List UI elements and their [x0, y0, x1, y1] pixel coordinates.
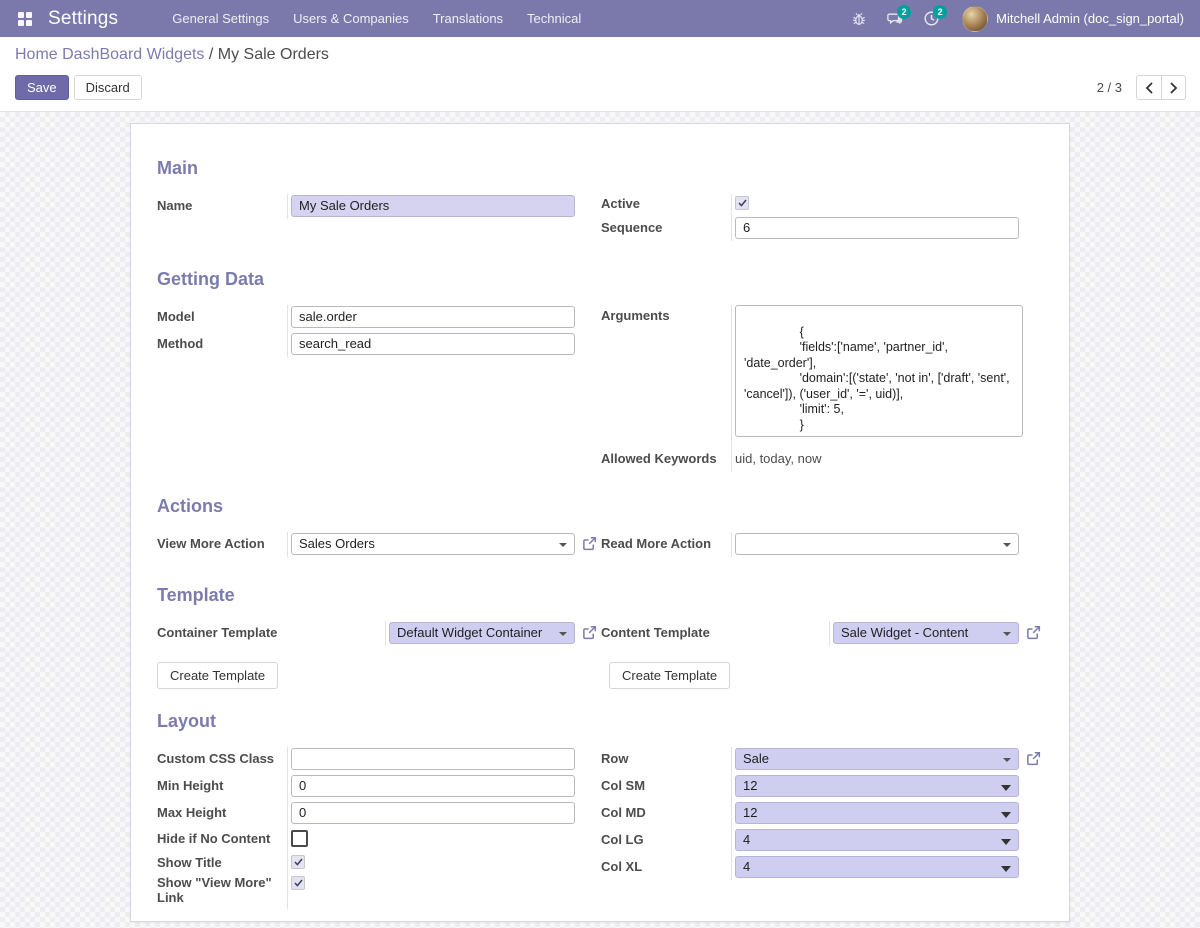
control-panel: Home DashBoard Widgets / My Sale Orders …	[0, 37, 1200, 111]
create-content-template-button[interactable]: Create Template	[609, 662, 730, 689]
messages-badge: 2	[897, 5, 911, 19]
section-getting-data: Getting Data Model Method	[157, 269, 1043, 474]
breadcrumb: Home DashBoard Widgets / My Sale Orders	[15, 46, 1185, 64]
sequence-label: Sequence	[601, 220, 731, 235]
col-lg-select[interactable]: 4	[735, 829, 1019, 851]
breadcrumb-separator: /	[209, 46, 218, 63]
max-height-input[interactable]	[291, 802, 575, 824]
col-sm-select[interactable]: 12	[735, 775, 1019, 797]
pager-next-button[interactable]	[1161, 75, 1186, 100]
chevron-right-icon	[1169, 82, 1178, 94]
allowed-keywords-value: uid, today, now	[735, 451, 821, 466]
active-label: Active	[601, 196, 731, 211]
section-title-template: Template	[157, 585, 1043, 606]
content-template-select[interactable]: Sale Widget - Content	[833, 622, 1019, 644]
row-select[interactable]: Sale	[735, 748, 1019, 770]
user-menu[interactable]: Mitchell Admin (doc_sign_portal)	[952, 6, 1188, 32]
chevron-left-icon	[1145, 82, 1154, 94]
col-lg-label: Col LG	[601, 832, 731, 847]
col-md-select[interactable]: 12	[735, 802, 1019, 824]
view-more-action-select[interactable]: Sales Orders	[291, 533, 575, 555]
custom-css-class-input[interactable]	[291, 748, 575, 770]
name-label: Name	[157, 198, 287, 213]
check-icon	[294, 858, 303, 866]
section-main: Main Name Active	[157, 158, 1043, 243]
container-template-label: Container Template	[157, 625, 385, 640]
max-height-label: Max Height	[157, 805, 287, 820]
view-more-action-label: View More Action	[157, 536, 287, 551]
main-menu: General Settings Users & Companies Trans…	[162, 1, 591, 36]
model-label: Model	[157, 309, 287, 324]
arguments-label: Arguments	[601, 305, 731, 323]
section-actions: Actions View More Action Sales Orders	[157, 496, 1043, 559]
col-md-label: Col MD	[601, 805, 731, 820]
read-more-action-select[interactable]	[735, 533, 1019, 555]
messages-icon[interactable]: 2	[880, 4, 910, 34]
row-external-link-icon[interactable]	[1026, 751, 1041, 766]
discard-button[interactable]: Discard	[74, 75, 142, 100]
custom-css-class-label: Custom CSS Class	[157, 751, 287, 766]
section-title-getting-data: Getting Data	[157, 269, 1043, 290]
content-template-external-link-icon[interactable]	[1026, 625, 1041, 640]
read-more-action-label: Read More Action	[601, 536, 731, 551]
form-sheet: Main Name Active	[130, 123, 1070, 922]
create-container-template-button[interactable]: Create Template	[157, 662, 278, 689]
menu-translations[interactable]: Translations	[423, 1, 513, 36]
bug-icon[interactable]	[844, 4, 874, 34]
save-button[interactable]: Save	[15, 75, 69, 100]
name-input[interactable]	[291, 195, 575, 217]
apps-menu-icon[interactable]	[12, 6, 38, 32]
col-xl-label: Col XL	[601, 859, 731, 874]
activities-clock-icon[interactable]: 2	[916, 4, 946, 34]
systray: 2 2 Mitchell Admin (doc_sign_portal)	[844, 4, 1188, 34]
allowed-keywords-label: Allowed Keywords	[601, 451, 731, 466]
model-input[interactable]	[291, 306, 575, 328]
activities-badge: 2	[933, 5, 947, 19]
menu-general-settings[interactable]: General Settings	[162, 1, 279, 36]
check-icon	[738, 199, 747, 207]
view-more-action-external-link-icon[interactable]	[582, 536, 597, 551]
row-label: Row	[601, 751, 731, 766]
method-label: Method	[157, 336, 287, 351]
user-avatar	[962, 6, 988, 32]
menu-technical[interactable]: Technical	[517, 1, 591, 36]
active-checkbox[interactable]	[735, 196, 749, 210]
breadcrumb-parent-link[interactable]: Home DashBoard Widgets	[15, 46, 204, 63]
user-name: Mitchell Admin (doc_sign_portal)	[996, 11, 1184, 26]
show-view-more-link-checkbox[interactable]	[291, 876, 305, 890]
section-template: Template Container Template Default Widg…	[157, 585, 1043, 689]
arguments-textarea[interactable]: { 'fields':['name', 'partner_id', 'date_…	[735, 305, 1023, 437]
show-view-more-link-label: Show "View More" Link	[157, 875, 287, 905]
hide-if-no-content-checkbox[interactable]	[291, 830, 308, 847]
pager-previous-button[interactable]	[1136, 75, 1161, 100]
min-height-input[interactable]	[291, 775, 575, 797]
section-title-actions: Actions	[157, 496, 1043, 517]
section-title-layout: Layout	[157, 711, 1043, 732]
top-navbar: Settings General Settings Users & Compan…	[0, 0, 1200, 37]
app-title[interactable]: Settings	[48, 8, 118, 30]
breadcrumb-current: My Sale Orders	[218, 46, 329, 63]
content-template-label: Content Template	[601, 625, 829, 640]
method-input[interactable]	[291, 333, 575, 355]
section-layout: Layout Custom CSS Class Min Height Max H…	[157, 711, 1043, 911]
container-template-external-link-icon[interactable]	[582, 625, 597, 640]
pager-value: 2 / 3	[1097, 80, 1122, 95]
check-icon	[294, 879, 303, 887]
col-xl-select[interactable]: 4	[735, 856, 1019, 878]
hide-if-no-content-label: Hide if No Content	[157, 831, 287, 846]
min-height-label: Min Height	[157, 778, 287, 793]
col-sm-label: Col SM	[601, 778, 731, 793]
sequence-input[interactable]	[735, 217, 1019, 239]
menu-users-companies[interactable]: Users & Companies	[283, 1, 419, 36]
form-view-background: Main Name Active	[0, 111, 1200, 928]
container-template-select[interactable]: Default Widget Container	[389, 622, 575, 644]
section-title-main: Main	[157, 158, 1043, 179]
show-title-checkbox[interactable]	[291, 855, 305, 869]
show-title-label: Show Title	[157, 855, 287, 870]
